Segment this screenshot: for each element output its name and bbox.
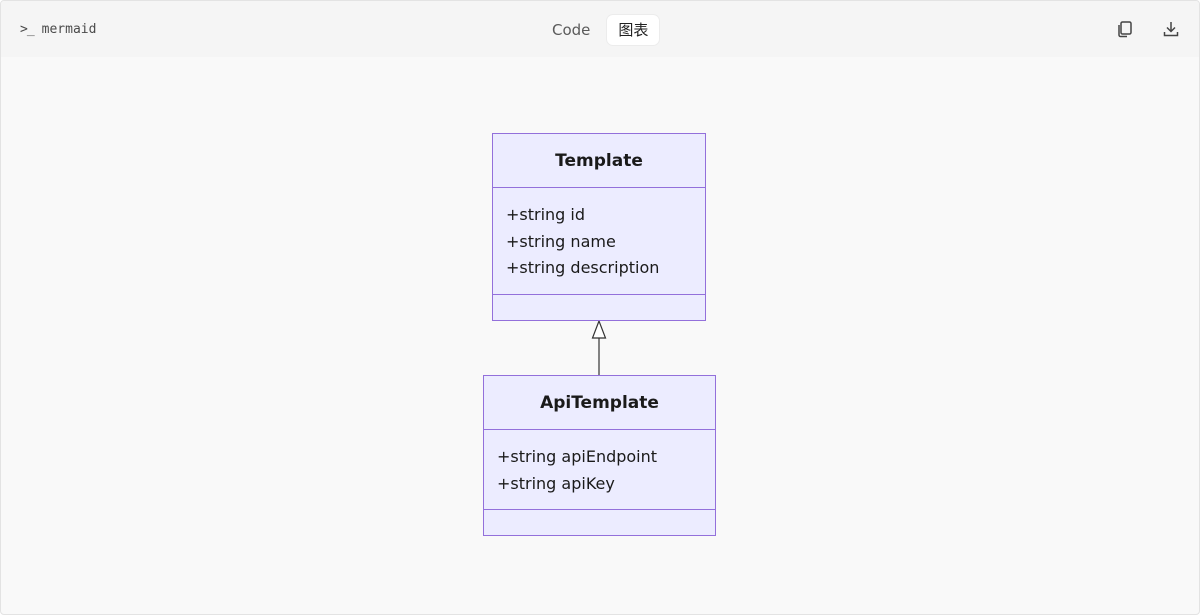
class-apitemplate: ApiTemplate +string apiEndpoint +string … xyxy=(483,375,716,536)
copy-button[interactable] xyxy=(1115,19,1135,39)
view-tabs: Code 图表 xyxy=(541,15,660,45)
language-indicator: >_ mermaid xyxy=(20,22,96,37)
download-button[interactable] xyxy=(1161,19,1181,39)
toolbar-actions xyxy=(1115,19,1181,39)
terminal-prompt-icon: >_ xyxy=(20,22,35,37)
class-template-name: Template xyxy=(493,134,705,188)
language-label: mermaid xyxy=(41,22,97,37)
class-apitemplate-attributes: +string apiEndpoint +string apiKey xyxy=(484,430,715,510)
class-template-attributes: +string id +string name +string descript… xyxy=(493,188,705,295)
tab-diagram[interactable]: 图表 xyxy=(607,15,660,45)
class-apitemplate-name: ApiTemplate xyxy=(484,376,715,430)
class-attribute: +string id xyxy=(506,205,586,224)
download-icon xyxy=(1163,22,1179,37)
class-attribute: +string name xyxy=(506,231,616,251)
copy-icon xyxy=(1118,21,1132,38)
tab-code[interactable]: Code xyxy=(541,15,601,45)
diagram-canvas: Template +string id +string name +string… xyxy=(1,57,1199,614)
class-attribute: +string description xyxy=(506,258,660,277)
class-attribute: +string apiKey xyxy=(497,473,615,493)
mermaid-code-block: >_ mermaid Code 图表 Template +string id +… xyxy=(0,0,1200,615)
class-template: Template +string id +string name +string… xyxy=(492,133,706,321)
class-attribute: +string apiEndpoint xyxy=(497,447,658,466)
code-block-toolbar: >_ mermaid Code 图表 xyxy=(1,1,1199,57)
